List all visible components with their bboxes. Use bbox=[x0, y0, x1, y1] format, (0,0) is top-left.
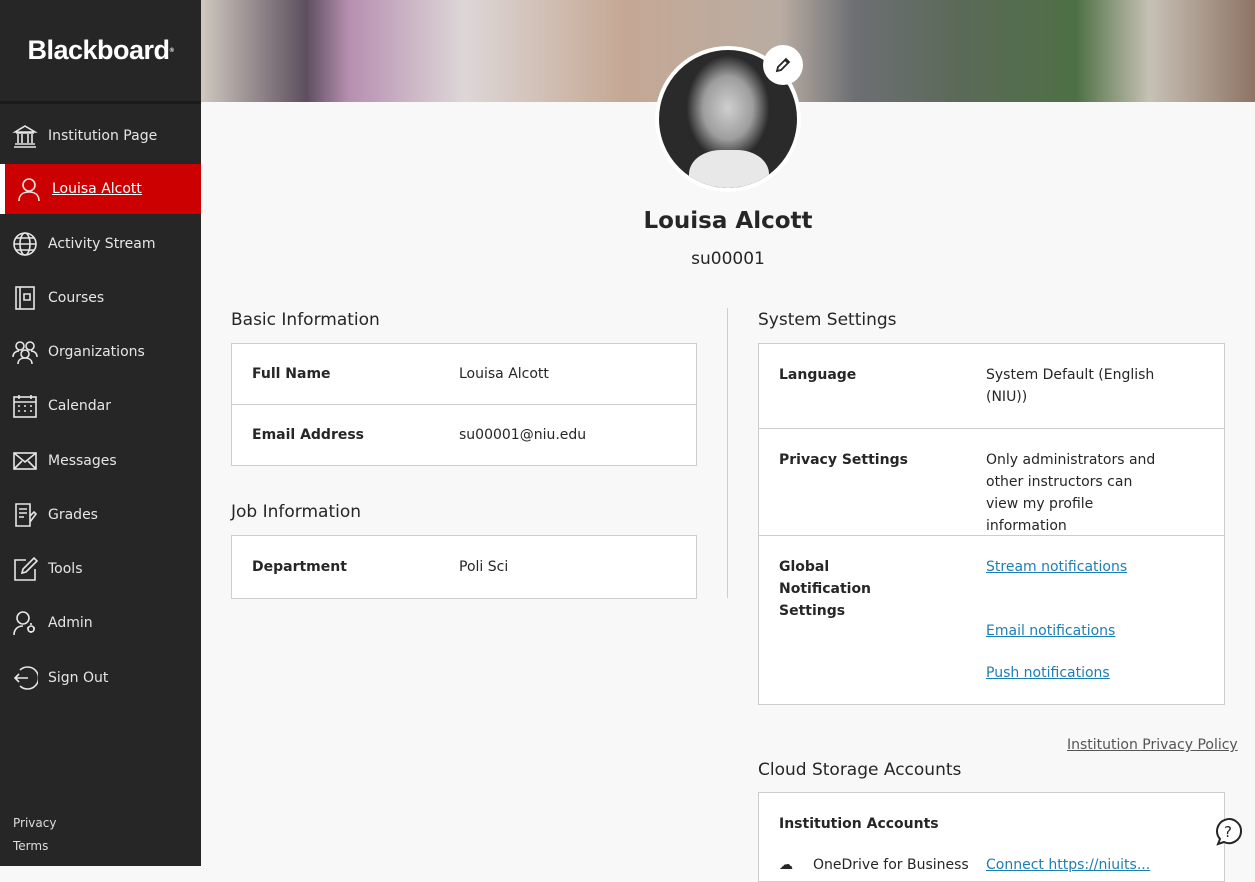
sidebar-item-calendar[interactable]: Calendar bbox=[0, 381, 201, 431]
sidebar-item-organizations[interactable]: Organizations bbox=[0, 327, 201, 377]
sidebar-item-sign-out[interactable]: Sign Out bbox=[0, 653, 201, 703]
sidebar-item-profile[interactable]: Louisa Alcott bbox=[0, 164, 201, 214]
info-row[interactable]: Full Name Louisa Alcott bbox=[232, 344, 696, 405]
cloud-storage-card: Institution Accounts ☁ OneDrive for Busin… bbox=[758, 792, 1225, 882]
language-row[interactable]: Language System Default (English (NIU)) bbox=[759, 344, 1224, 429]
job-info-card: Department Poli Sci bbox=[231, 535, 697, 599]
admin-icon bbox=[13, 611, 35, 636]
sidebar-item-activity-stream[interactable]: Activity Stream bbox=[0, 219, 201, 269]
tools-icon bbox=[14, 556, 38, 581]
grades-icon bbox=[15, 503, 38, 527]
book-icon bbox=[15, 286, 35, 310]
profile-username: su00001 bbox=[691, 249, 765, 269]
profile-name: Louisa Alcott bbox=[643, 208, 813, 234]
info-row[interactable]: Email Address su00001@niu.edu bbox=[232, 405, 696, 465]
calendar-icon bbox=[13, 395, 37, 418]
column-divider bbox=[727, 308, 728, 598]
institution-privacy-policy-link[interactable]: Institution Privacy Policy bbox=[1067, 737, 1238, 753]
job-info-heading: Job Information bbox=[231, 502, 362, 522]
privacy-link[interactable]: Privacy bbox=[13, 816, 56, 830]
account-row: ☁ OneDrive for Business Connect https://ni… bbox=[779, 857, 1151, 873]
sidebar-item-institution-page[interactable]: Institution Page bbox=[0, 111, 201, 161]
sidebar-item-grades[interactable]: Grades bbox=[0, 490, 201, 540]
sidebar-item-courses[interactable]: Courses bbox=[0, 273, 201, 323]
privacy-row[interactable]: Privacy Settings Only administrators and … bbox=[759, 429, 1224, 536]
group-icon bbox=[12, 341, 38, 365]
cloud-icon: ☁ bbox=[779, 857, 793, 873]
push-notifications-link[interactable]: Push notifications bbox=[986, 662, 1127, 684]
basic-info-card: Full Name Louisa Alcott Email Address su00… bbox=[231, 343, 697, 466]
system-settings-card: Language System Default (English (NIU)) P… bbox=[758, 343, 1225, 705]
envelope-icon bbox=[13, 452, 37, 470]
notifications-row: Global Notification Settings Stream noti… bbox=[759, 536, 1224, 704]
basic-info-heading: Basic Information bbox=[231, 310, 380, 330]
pencil-icon bbox=[775, 57, 791, 73]
blackboard-logo[interactable]: Blackboard ® bbox=[0, 0, 201, 104]
sidebar-item-tools[interactable]: Tools bbox=[0, 544, 201, 594]
sidebar: Blackboard ® Institution Page Louisa Alco… bbox=[0, 0, 201, 866]
globe-icon bbox=[13, 232, 37, 256]
help-icon[interactable]: ? bbox=[1214, 818, 1242, 848]
edit-avatar-button[interactable] bbox=[763, 45, 803, 85]
stream-notifications-link[interactable]: Stream notifications bbox=[986, 556, 1127, 578]
institution-icon bbox=[12, 125, 38, 148]
info-row[interactable]: Department Poli Sci bbox=[232, 536, 696, 598]
terms-link[interactable]: Terms bbox=[13, 839, 48, 853]
sign-out-icon bbox=[13, 666, 38, 690]
email-notifications-link[interactable]: Email notifications bbox=[986, 620, 1127, 642]
user-icon bbox=[18, 178, 40, 202]
sidebar-item-admin[interactable]: Admin bbox=[0, 598, 201, 648]
cloud-storage-heading: Cloud Storage Accounts bbox=[758, 760, 962, 780]
svg-text:?: ? bbox=[1224, 823, 1232, 841]
system-settings-heading: System Settings bbox=[758, 310, 897, 330]
sidebar-item-messages[interactable]: Messages bbox=[0, 436, 201, 486]
connect-link[interactable]: Connect https://niuits... bbox=[986, 857, 1150, 873]
